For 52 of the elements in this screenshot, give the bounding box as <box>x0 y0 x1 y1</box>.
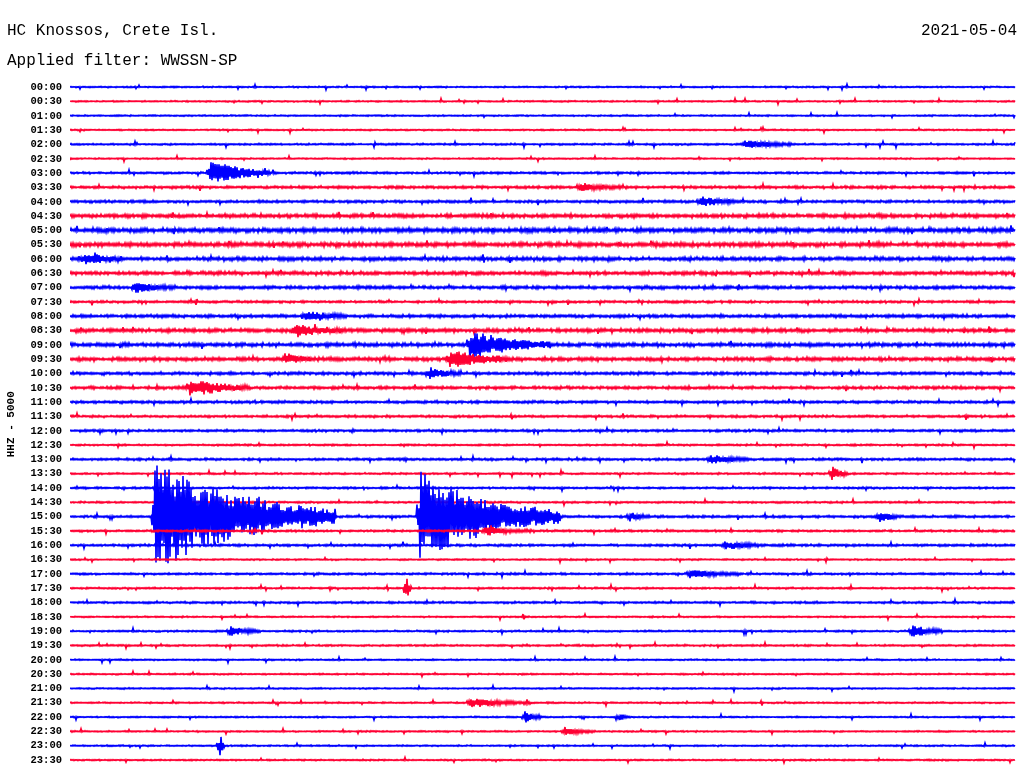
time-label: 07:30 <box>30 294 62 309</box>
time-label: 21:00 <box>30 681 62 696</box>
time-label: 22:30 <box>30 724 62 739</box>
time-label: 23:00 <box>30 738 62 753</box>
time-label: 14:30 <box>30 495 62 510</box>
time-label: 02:30 <box>30 151 62 166</box>
time-label: 06:00 <box>30 251 62 267</box>
time-label: 13:30 <box>30 466 62 481</box>
time-label: 21:30 <box>30 695 62 710</box>
time-label: 10:30 <box>30 380 62 395</box>
time-label: 02:00 <box>30 137 62 152</box>
time-label: 05:30 <box>30 237 62 252</box>
time-label: 04:30 <box>30 208 62 224</box>
time-label: 17:00 <box>30 566 62 581</box>
time-label: 01:30 <box>30 122 62 138</box>
time-label: 08:00 <box>30 309 62 324</box>
filter-label: Applied filter: WWSSN-SP <box>7 51 238 72</box>
station-title: HC Knossos, Crete Isl. <box>7 21 219 42</box>
time-label: 10:00 <box>30 366 62 381</box>
time-label: 03:30 <box>30 180 62 195</box>
time-label: 08:30 <box>30 323 62 338</box>
time-label: 05:00 <box>30 223 62 238</box>
time-label: 19:00 <box>30 623 62 639</box>
time-label: 04:00 <box>30 194 62 209</box>
time-label: 17:30 <box>30 580 62 596</box>
time-label: 22:00 <box>30 709 62 725</box>
time-label: 20:00 <box>30 652 62 667</box>
date-label: 2021-05-04 <box>921 21 1017 42</box>
time-label: 09:00 <box>30 337 62 352</box>
time-label: 20:30 <box>30 666 62 682</box>
time-label: 15:30 <box>30 523 62 538</box>
time-label: 06:30 <box>30 266 62 281</box>
time-label: 11:30 <box>30 409 62 424</box>
time-label: 15:00 <box>30 509 62 524</box>
time-label: 23:30 <box>30 752 62 767</box>
time-label: 00:00 <box>30 80 62 95</box>
time-label: 18:30 <box>30 609 62 624</box>
axis-label: HHZ - 5000 <box>3 391 18 457</box>
time-label: 14:00 <box>30 480 62 496</box>
time-label: 12:00 <box>30 423 62 438</box>
time-label: 13:00 <box>30 452 62 467</box>
time-label: 09:30 <box>30 351 62 367</box>
time-label: 00:30 <box>30 94 62 109</box>
time-label: 03:00 <box>30 165 62 181</box>
time-label: 16:00 <box>30 538 62 553</box>
time-label: 12:30 <box>30 437 62 453</box>
time-label: 11:00 <box>30 394 62 410</box>
time-label: 19:30 <box>30 638 62 653</box>
time-label: 07:00 <box>30 280 62 295</box>
time-label: 18:00 <box>30 595 62 610</box>
time-label: 01:00 <box>30 108 62 123</box>
time-label: 16:30 <box>30 552 62 567</box>
